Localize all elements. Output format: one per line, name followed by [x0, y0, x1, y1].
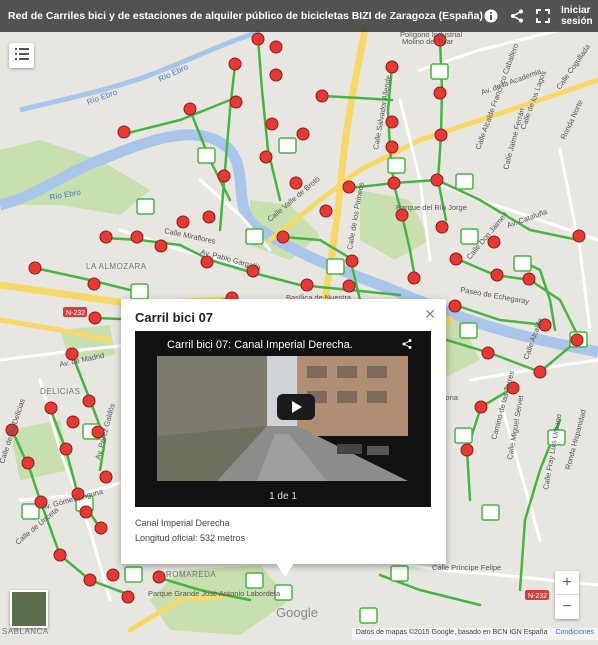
google-logo: Google — [276, 605, 318, 620]
popup-lane-name: Canal Imperial Derecha — [135, 518, 230, 528]
legend-button[interactable] — [9, 43, 34, 68]
attribution-text: Datos de mapas ©2015 Google, basado en B… — [355, 629, 548, 636]
popup-pager: 1 de 1 — [269, 491, 297, 502]
label-molino: Molino del Pilar — [402, 37, 454, 46]
zoom-in-button[interactable]: + — [555, 571, 579, 595]
info-icon[interactable] — [483, 8, 499, 24]
list-icon — [14, 47, 29, 65]
popup-tip — [276, 563, 294, 577]
video-title[interactable]: Carril bici 07: Canal Imperial Derecha. — [167, 339, 353, 351]
play-button[interactable] — [277, 394, 315, 420]
share-icon[interactable] — [509, 8, 525, 24]
popup-description: Canal Imperial Derecha Longitud oficial:… — [135, 516, 245, 546]
popup-lane-length: Longitud oficial: 532 metros — [135, 533, 246, 543]
zoom-control: + − — [555, 571, 579, 619]
satellite-toggle[interactable] — [10, 590, 48, 628]
popup-title: Carril bici 07 — [135, 310, 214, 325]
badge-n232-right: N-232 — [528, 593, 547, 600]
share-icon[interactable] — [401, 337, 413, 355]
close-icon[interactable]: ✕ — [424, 306, 436, 323]
label-sablanca: SABLANCA — [2, 627, 49, 636]
label-principe-felipe: Calle Príncipe Felipe — [432, 563, 501, 572]
label-parque-grande: Parque Grande José Antonio Labordeta — [148, 589, 281, 598]
badge-n232-left: N-232 — [66, 310, 85, 317]
label-parque-rio: Parque del Río Jorge — [396, 203, 467, 212]
signin-link[interactable]: Iniciar sesión — [561, 5, 593, 27]
terms-link[interactable]: Condiciones — [555, 629, 594, 639]
zoom-out-button[interactable]: − — [555, 595, 579, 619]
video-embed[interactable]: Carril bici 07: Canal Imperial Derecha. — [135, 331, 431, 507]
info-popup: Carril bici 07 ✕ Carril bici 07: Canal I… — [121, 299, 446, 577]
title-bar: Red de Carriles bici y de estaciones de … — [0, 0, 598, 32]
map-title: Red de Carriles bici y de estaciones de … — [8, 10, 483, 22]
label-almozara: LA ALMOZARA — [86, 262, 147, 271]
map-attribution: Datos de mapas ©2015 Google, basado en B… — [351, 628, 598, 640]
label-romareda: ROMAREDA — [166, 570, 216, 579]
label-delicias: DELICIAS — [40, 387, 80, 396]
fullscreen-icon[interactable] — [535, 8, 551, 24]
